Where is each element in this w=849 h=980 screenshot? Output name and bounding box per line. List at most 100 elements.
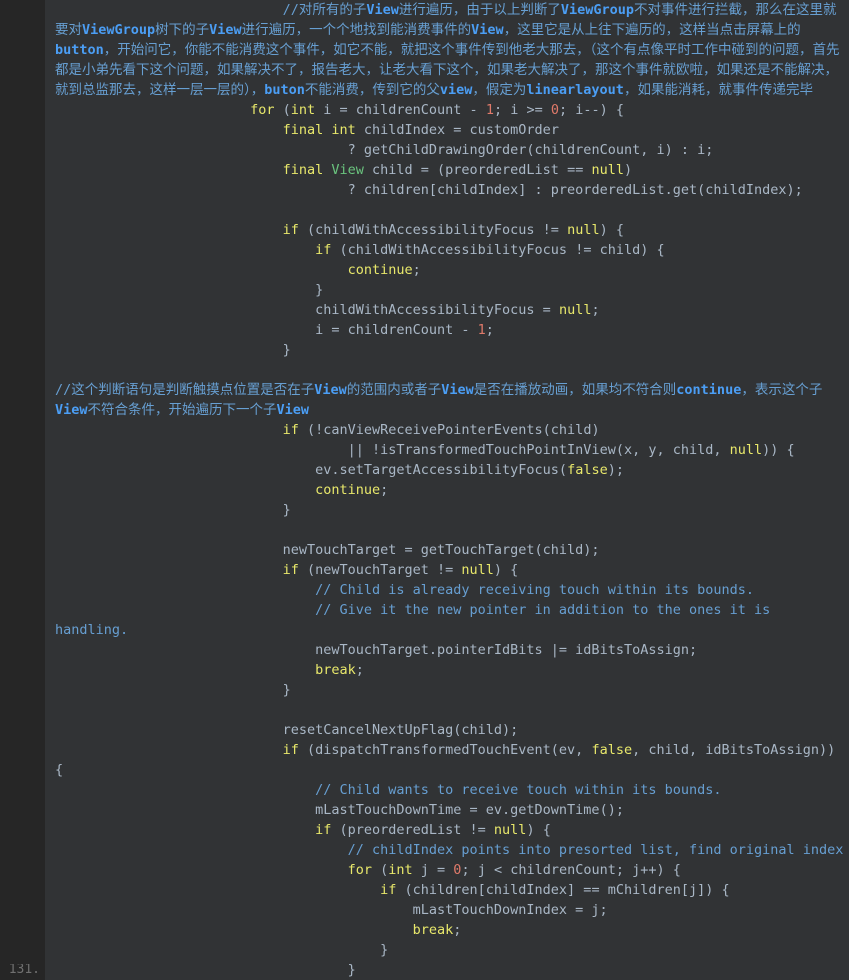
code-line[interactable]: 101. childWithAccessibilityFocus = null; [0,300,849,320]
code-line-text[interactable]: newTouchTarget = getTouchTarget(child); [45,540,849,560]
code-line-comment[interactable]: //对所有的子View进行遍历，由于以上判断了ViewGroup不对事件进行拦截… [45,0,849,100]
token-cmt: // Child is already receiving touch with… [315,582,754,598]
code-line-text[interactable]: newTouchTarget.pointerIdBits |= idBitsTo… [45,640,849,660]
code-line-text[interactable]: mLastTouchDownTime = ev.getDownTime(); [45,800,849,820]
code-line[interactable]: 105.//这个判断语句是判断触摸点位置是否在子View的范围内或者子View是… [0,380,849,420]
code-line[interactable]: 114. // Child is already receiving touch… [0,580,849,600]
code-line[interactable]: 125. // childIndex points into presorted… [0,840,849,860]
code-line-comment[interactable]: //这个判断语句是判断触摸点位置是否在子View的范围内或者子View是否在播放… [45,380,849,420]
code-line-text[interactable]: if (childWithAccessibilityFocus != null)… [45,220,849,240]
token-kwy: null [729,442,763,458]
code-line-text[interactable]: for (int j = 0; j < childrenCount; j++) … [45,860,849,880]
code-line-text[interactable]: ? children[childIndex] : preorderedList.… [45,180,849,200]
code-line-text[interactable]: if (newTouchTarget != null) { [45,560,849,580]
code-line-text[interactable]: // childIndex points into presorted list… [45,840,849,860]
code-line[interactable]: 131. } [0,960,849,980]
code-line[interactable]: 90.//对所有的子View进行遍历，由于以上判断了ViewGroup不对事件进… [0,0,849,100]
code-line-text[interactable]: || !isTransformedTouchPointInView(x, y, … [45,440,849,460]
code-line[interactable]: 112. newTouchTarget = getTouchTarget(chi… [0,540,849,560]
code-line[interactable]: 115. // Give it the new pointer in addit… [0,600,849,640]
code-line[interactable]: 110. } [0,500,849,520]
code-line[interactable]: 96. [0,200,849,220]
code-line-text[interactable]: childWithAccessibilityFocus = null; [45,300,849,320]
code-line-text[interactable]: break; [45,920,849,940]
code-line[interactable]: 127. if (children[childIndex] == mChildr… [0,880,849,900]
token-kwy: if [315,822,332,838]
code-line[interactable]: 128. mLastTouchDownIndex = j; [0,900,849,920]
code-line[interactable]: 108. ev.setTargetAccessibilityFocus(fals… [0,460,849,480]
code-line-text[interactable]: if (dispatchTransformedTouchEvent(ev, fa… [45,740,849,780]
code-line-text[interactable]: i = childrenCount - 1; [45,320,849,340]
code-line-text[interactable]: if (childWithAccessibilityFocus != child… [45,240,849,260]
code-line[interactable]: 97. if (childWithAccessibilityFocus != n… [0,220,849,240]
code-line[interactable]: 118. } [0,680,849,700]
code-lines-container[interactable]: 90.//对所有的子View进行遍历，由于以上判断了ViewGroup不对事件进… [0,0,849,980]
token-pl: ; [380,482,389,498]
code-line-empty[interactable] [45,200,849,220]
code-line-text[interactable]: if (!canViewReceivePointerEvents(child) [45,420,849,440]
code-line[interactable]: 102. i = childrenCount - 1; [0,320,849,340]
code-line[interactable]: 123. mLastTouchDownTime = ev.getDownTime… [0,800,849,820]
token-pl: } [55,682,291,698]
code-line[interactable]: 119. [0,700,849,720]
token-pl: resetCancelNextUpFlag(child); [55,722,519,738]
code-line[interactable]: 99. continue; [0,260,849,280]
code-line[interactable]: 122. // Child wants to receive touch wit… [0,780,849,800]
code-line[interactable]: 124. if (preorderedList != null) { [0,820,849,840]
code-line[interactable]: 130. } [0,940,849,960]
token-pl: ; [485,322,494,338]
code-line[interactable]: 116. newTouchTarget.pointerIdBits |= idB… [0,640,849,660]
code-line[interactable]: 120. resetCancelNextUpFlag(child); [0,720,849,740]
code-line-empty[interactable] [45,520,849,540]
code-line[interactable]: 94. final View child = (preorderedList =… [0,160,849,180]
code-line[interactable]: 103. } [0,340,849,360]
code-line-text[interactable]: } [45,940,849,960]
code-line[interactable]: 107. || !isTransformedTouchPointInView(x… [0,440,849,460]
code-line-text[interactable]: // Give it the new pointer in addition t… [45,600,849,640]
code-line[interactable]: 95. ? children[childIndex] : preorderedL… [0,180,849,200]
code-line[interactable]: 126. for (int j = 0; j < childrenCount; … [0,860,849,880]
code-line-text[interactable]: if (preorderedList != null) { [45,820,849,840]
code-line-text[interactable]: if (children[childIndex] == mChildren[j]… [45,880,849,900]
code-line[interactable]: 113. if (newTouchTarget != null) { [0,560,849,580]
code-editor[interactable]: 90.//对所有的子View进行遍历，由于以上判断了ViewGroup不对事件进… [0,0,849,980]
code-line-text[interactable]: continue; [45,480,849,500]
token-pl: ( [274,102,291,118]
token-cmt: ，表示这个子 [741,382,823,398]
code-line-text[interactable]: } [45,280,849,300]
code-line-text[interactable]: continue; [45,260,849,280]
code-line[interactable]: 91. for (int i = childrenCount - 1; i >=… [0,100,849,120]
code-line-empty[interactable] [45,700,849,720]
code-line[interactable]: 92. final int childIndex = customOrder [0,120,849,140]
code-line-text[interactable]: } [45,960,849,980]
code-line[interactable]: 129. break; [0,920,849,940]
code-line-text[interactable]: final View child = (preorderedList == nu… [45,160,849,180]
code-line[interactable]: 104. [0,360,849,380]
code-line[interactable]: 98. if (childWithAccessibilityFocus != c… [0,240,849,260]
code-line-text[interactable]: final int childIndex = customOrder [45,120,849,140]
code-line-text[interactable]: } [45,340,849,360]
code-line[interactable]: 111. [0,520,849,540]
code-line-text[interactable]: // Child is already receiving touch with… [45,580,849,600]
token-kwy: if [282,562,299,578]
code-line-text[interactable]: // Child wants to receive touch within i… [45,780,849,800]
code-line-empty[interactable] [45,360,849,380]
code-line-text[interactable]: resetCancelNextUpFlag(child); [45,720,849,740]
token-kwy: int [331,122,356,138]
code-line-text[interactable]: for (int i = childrenCount - 1; i >= 0; … [45,100,849,120]
code-line[interactable]: 121. if (dispatchTransformedTouchEvent(e… [0,740,849,780]
code-line-text[interactable]: break; [45,660,849,680]
code-line-text[interactable]: } [45,680,849,700]
code-line-text[interactable]: mLastTouchDownIndex = j; [45,900,849,920]
code-line-text[interactable]: ev.setTargetAccessibilityFocus(false); [45,460,849,480]
code-line-text[interactable]: ? getChildDrawingOrder(childrenCount, i)… [45,140,849,160]
code-line-text[interactable]: } [45,500,849,520]
token-cmt: 的范围内或者子 [346,382,442,398]
code-line[interactable]: 106. if (!canViewReceivePointerEvents(ch… [0,420,849,440]
code-line[interactable]: 100. } [0,280,849,300]
code-line[interactable]: 117. break; [0,660,849,680]
code-line[interactable]: 109. continue; [0,480,849,500]
code-line[interactable]: 93. ? getChildDrawingOrder(childrenCount… [0,140,849,160]
